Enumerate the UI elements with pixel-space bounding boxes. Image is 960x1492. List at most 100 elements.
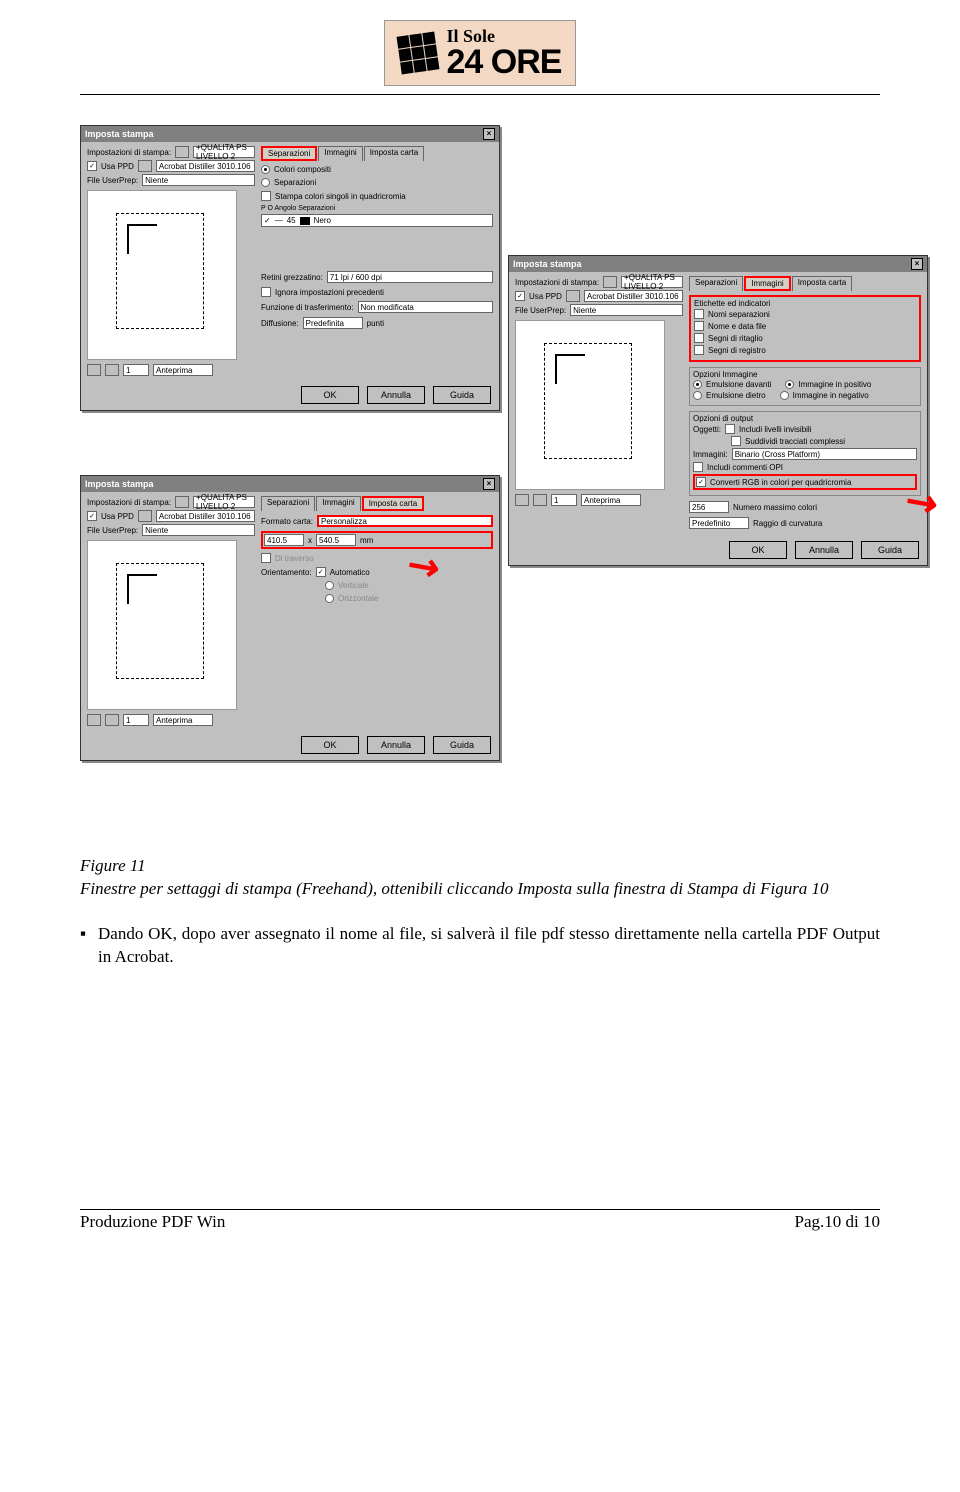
print-single-checkbox[interactable] xyxy=(261,191,271,201)
sep-table-header: P O Angolo Separazioni xyxy=(261,205,493,212)
max-colors-label: Numero massimo colori xyxy=(733,503,817,512)
img-pos-radio[interactable] xyxy=(785,380,794,389)
settings-combo[interactable]: +QUALITA PS LIVELLO 2 xyxy=(193,496,255,508)
incl-invisible-checkbox[interactable] xyxy=(725,424,735,434)
cancel-button[interactable]: Annulla xyxy=(367,736,425,754)
ppd-browse-button[interactable] xyxy=(138,510,152,522)
use-ppd-label: Usa PPD xyxy=(101,162,134,171)
diffusion-combo[interactable]: Predefinita xyxy=(303,317,363,329)
use-ppd-checkbox[interactable]: ✓ xyxy=(87,161,97,171)
nav-prev-button[interactable] xyxy=(87,364,101,376)
labels-group: Etichette ed indicatori Nomi separazioni… xyxy=(689,295,921,362)
ppd-field[interactable]: Acrobat Distiller 3010.106 xyxy=(584,290,683,302)
dim-unit: mm xyxy=(360,536,373,545)
tab-separations[interactable]: Separazioni xyxy=(689,276,743,291)
cancel-button[interactable]: Annulla xyxy=(795,541,853,559)
preview-combo[interactable]: Anteprima xyxy=(581,494,641,506)
image-options-group: Opzioni Immagine Emulsione davanti Immag… xyxy=(689,367,921,406)
help-button[interactable]: Guida xyxy=(433,736,491,754)
composite-radio[interactable] xyxy=(261,165,270,174)
incl-invisible-label: Includi livelli invisibili xyxy=(739,425,811,434)
use-ppd-checkbox[interactable]: ✓ xyxy=(87,511,97,521)
ok-button[interactable]: OK xyxy=(301,736,359,754)
tab-images[interactable]: Immagini xyxy=(318,146,362,161)
names-sep-label: Nomi separazioni xyxy=(708,310,770,319)
plus-button[interactable] xyxy=(603,276,617,288)
figure-caption: Figure 11 Finestre per settaggi di stamp… xyxy=(80,855,880,901)
nav-next-button[interactable] xyxy=(105,714,119,726)
userprep-field[interactable]: Niente xyxy=(142,524,255,536)
help-button[interactable]: Guida xyxy=(861,541,919,559)
width-field[interactable]: 410.5 xyxy=(264,534,304,546)
help-button[interactable]: Guida xyxy=(433,386,491,404)
tab-separations[interactable]: Separazioni xyxy=(261,146,317,161)
orient-label: Orientamento: xyxy=(261,568,312,577)
dialog-title: Imposta stampa xyxy=(85,129,154,139)
page-num-field[interactable]: 1 xyxy=(123,714,149,726)
images-combo[interactable]: Binario (Cross Platform) xyxy=(732,448,917,460)
nav-next-button[interactable] xyxy=(105,364,119,376)
settings-combo[interactable]: +QUALITA PS LIVELLO 2 xyxy=(621,276,683,288)
page-num-field[interactable]: 1 xyxy=(123,364,149,376)
split-complex-checkbox[interactable] xyxy=(731,436,741,446)
horizontal-radio[interactable] xyxy=(325,594,334,603)
emul-back-radio[interactable] xyxy=(693,391,702,400)
names-sep-checkbox[interactable] xyxy=(694,309,704,319)
userprep-label: File UserPrep: xyxy=(87,526,138,535)
crop-checkbox[interactable] xyxy=(694,333,704,343)
preview-combo[interactable]: Anteprima xyxy=(153,364,213,376)
tab-paper[interactable]: Imposta carta xyxy=(364,146,424,161)
auto-checkbox[interactable]: ✓ xyxy=(316,567,326,577)
nav-next-button[interactable] xyxy=(533,494,547,506)
curvature-combo[interactable]: Predefinito xyxy=(689,517,749,529)
tab-separations[interactable]: Separazioni xyxy=(261,496,315,511)
cancel-button[interactable]: Annulla xyxy=(367,386,425,404)
ok-button[interactable]: OK xyxy=(301,386,359,404)
ppd-field[interactable]: Acrobat Distiller 3010.106 xyxy=(156,510,255,522)
ppd-browse-button[interactable] xyxy=(138,160,152,172)
tab-paper[interactable]: Imposta carta xyxy=(362,496,424,511)
userprep-field[interactable]: Niente xyxy=(570,304,683,316)
ppd-field[interactable]: Acrobat Distiller 3010.106 xyxy=(156,160,255,172)
traverse-checkbox[interactable] xyxy=(261,553,271,563)
use-ppd-checkbox[interactable]: ✓ xyxy=(515,291,525,301)
tab-images[interactable]: Immagini xyxy=(316,496,360,511)
userprep-field[interactable]: Niente xyxy=(142,174,255,186)
ok-button[interactable]: OK xyxy=(729,541,787,559)
ignore-checkbox[interactable] xyxy=(261,287,271,297)
screen-combo[interactable]: 71 lpi / 600 dpi xyxy=(327,271,493,283)
check-icon: ✓ xyxy=(264,216,271,225)
img-neg-radio[interactable] xyxy=(780,391,789,400)
emul-front-radio[interactable] xyxy=(693,380,702,389)
plus-button[interactable] xyxy=(175,496,189,508)
auto-label: Automatico xyxy=(330,568,370,577)
incl-opi-checkbox[interactable] xyxy=(693,462,703,472)
close-icon[interactable]: × xyxy=(483,478,495,490)
close-icon[interactable]: × xyxy=(911,258,923,270)
max-colors-field[interactable]: 256 xyxy=(689,501,729,513)
ppd-browse-button[interactable] xyxy=(566,290,580,302)
objects-label: Oggetti: xyxy=(693,425,721,434)
tab-paper[interactable]: Imposta carta xyxy=(792,276,852,291)
vertical-radio[interactable] xyxy=(325,581,334,590)
transfer-combo[interactable]: Non modificata xyxy=(358,301,494,313)
close-icon[interactable]: × xyxy=(483,128,495,140)
tab-images[interactable]: Immagini xyxy=(744,276,790,291)
figure-number: Figure 11 xyxy=(80,855,880,878)
name-date-checkbox[interactable] xyxy=(694,321,704,331)
format-combo[interactable]: Personalizza xyxy=(317,515,493,527)
dim-x: x xyxy=(308,536,312,545)
nav-prev-button[interactable] xyxy=(515,494,529,506)
nav-prev-button[interactable] xyxy=(87,714,101,726)
convert-rgb-checkbox[interactable]: ✓ xyxy=(696,477,706,487)
separations-radio[interactable] xyxy=(261,178,270,187)
name-date-label: Nome e data file xyxy=(708,322,766,331)
preview-combo[interactable]: Anteprima xyxy=(153,714,213,726)
settings-combo[interactable]: +QUALITA PS LIVELLO 2 xyxy=(193,146,255,158)
screen-label: Retini grezzatino: xyxy=(261,273,323,282)
reg-checkbox[interactable] xyxy=(694,345,704,355)
height-field[interactable]: 540.5 xyxy=(316,534,356,546)
userprep-label: File UserPrep: xyxy=(87,176,138,185)
plus-button[interactable] xyxy=(175,146,189,158)
page-num-field[interactable]: 1 xyxy=(551,494,577,506)
